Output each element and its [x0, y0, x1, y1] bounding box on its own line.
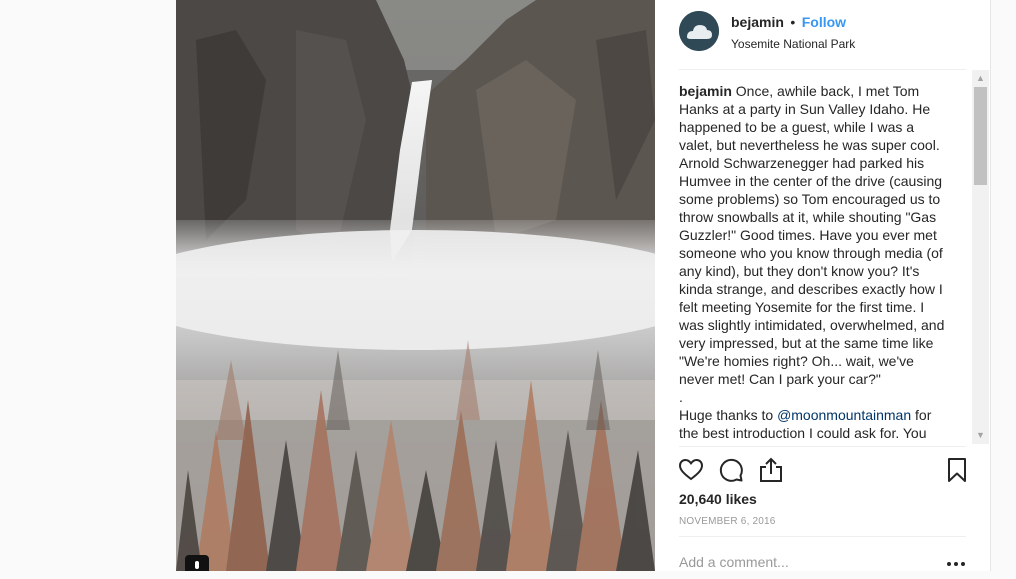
- post-header: bejamin • Follow Yosemite National Park: [731, 14, 855, 51]
- caption: bejamin Once, awhile back, I met Tom Han…: [679, 82, 947, 442]
- caption-username[interactable]: bejamin: [679, 83, 732, 99]
- follow-button[interactable]: Follow: [802, 14, 846, 30]
- action-bar: [677, 456, 969, 484]
- post-details-panel: bejamin • Follow Yosemite National Park …: [655, 0, 990, 571]
- more-options-button[interactable]: [945, 554, 967, 574]
- caption-dot-line: .: [679, 389, 683, 405]
- bookmark-icon: [948, 458, 966, 482]
- heart-icon: [678, 458, 704, 481]
- more-options-icon: [947, 562, 965, 566]
- avatar[interactable]: [679, 11, 719, 51]
- yosemite-waterfall-image: [176, 0, 655, 571]
- header-separator: •: [790, 14, 796, 30]
- comment-button[interactable]: [717, 456, 745, 484]
- share-button[interactable]: [757, 456, 785, 484]
- share-icon: [760, 457, 782, 482]
- caption-thanks-text: Huge thanks to: [679, 407, 774, 423]
- likes-count[interactable]: 20,640 likes: [679, 491, 757, 507]
- save-button[interactable]: [943, 456, 971, 484]
- add-comment-row: [679, 546, 971, 576]
- scroll-down-arrow-icon[interactable]: ▼: [972, 427, 989, 444]
- cloud-avatar-icon: [679, 11, 719, 51]
- location-link[interactable]: Yosemite National Park: [731, 37, 855, 51]
- caption-text: Once, awhile back, I met Tom Hanks at a …: [679, 83, 945, 387]
- comment-divider: [679, 536, 966, 537]
- scroll-thumb[interactable]: [974, 87, 987, 185]
- like-button[interactable]: [677, 456, 705, 484]
- post-date: NOVEMBER 6, 2016: [679, 516, 776, 527]
- user-tag-icon[interactable]: [185, 555, 209, 571]
- comments-scroll-area[interactable]: bejamin Once, awhile back, I met Tom Han…: [679, 70, 989, 444]
- comment-input[interactable]: [679, 554, 919, 570]
- actions-divider: [679, 446, 966, 447]
- scroll-up-arrow-icon[interactable]: ▲: [972, 70, 989, 87]
- comment-icon: [719, 458, 743, 482]
- mention-link[interactable]: @moonmountainman: [777, 407, 911, 423]
- post-photo[interactable]: [176, 0, 655, 571]
- header-username[interactable]: bejamin: [731, 14, 784, 30]
- caption-scrollbar[interactable]: ▲ ▼: [972, 70, 989, 444]
